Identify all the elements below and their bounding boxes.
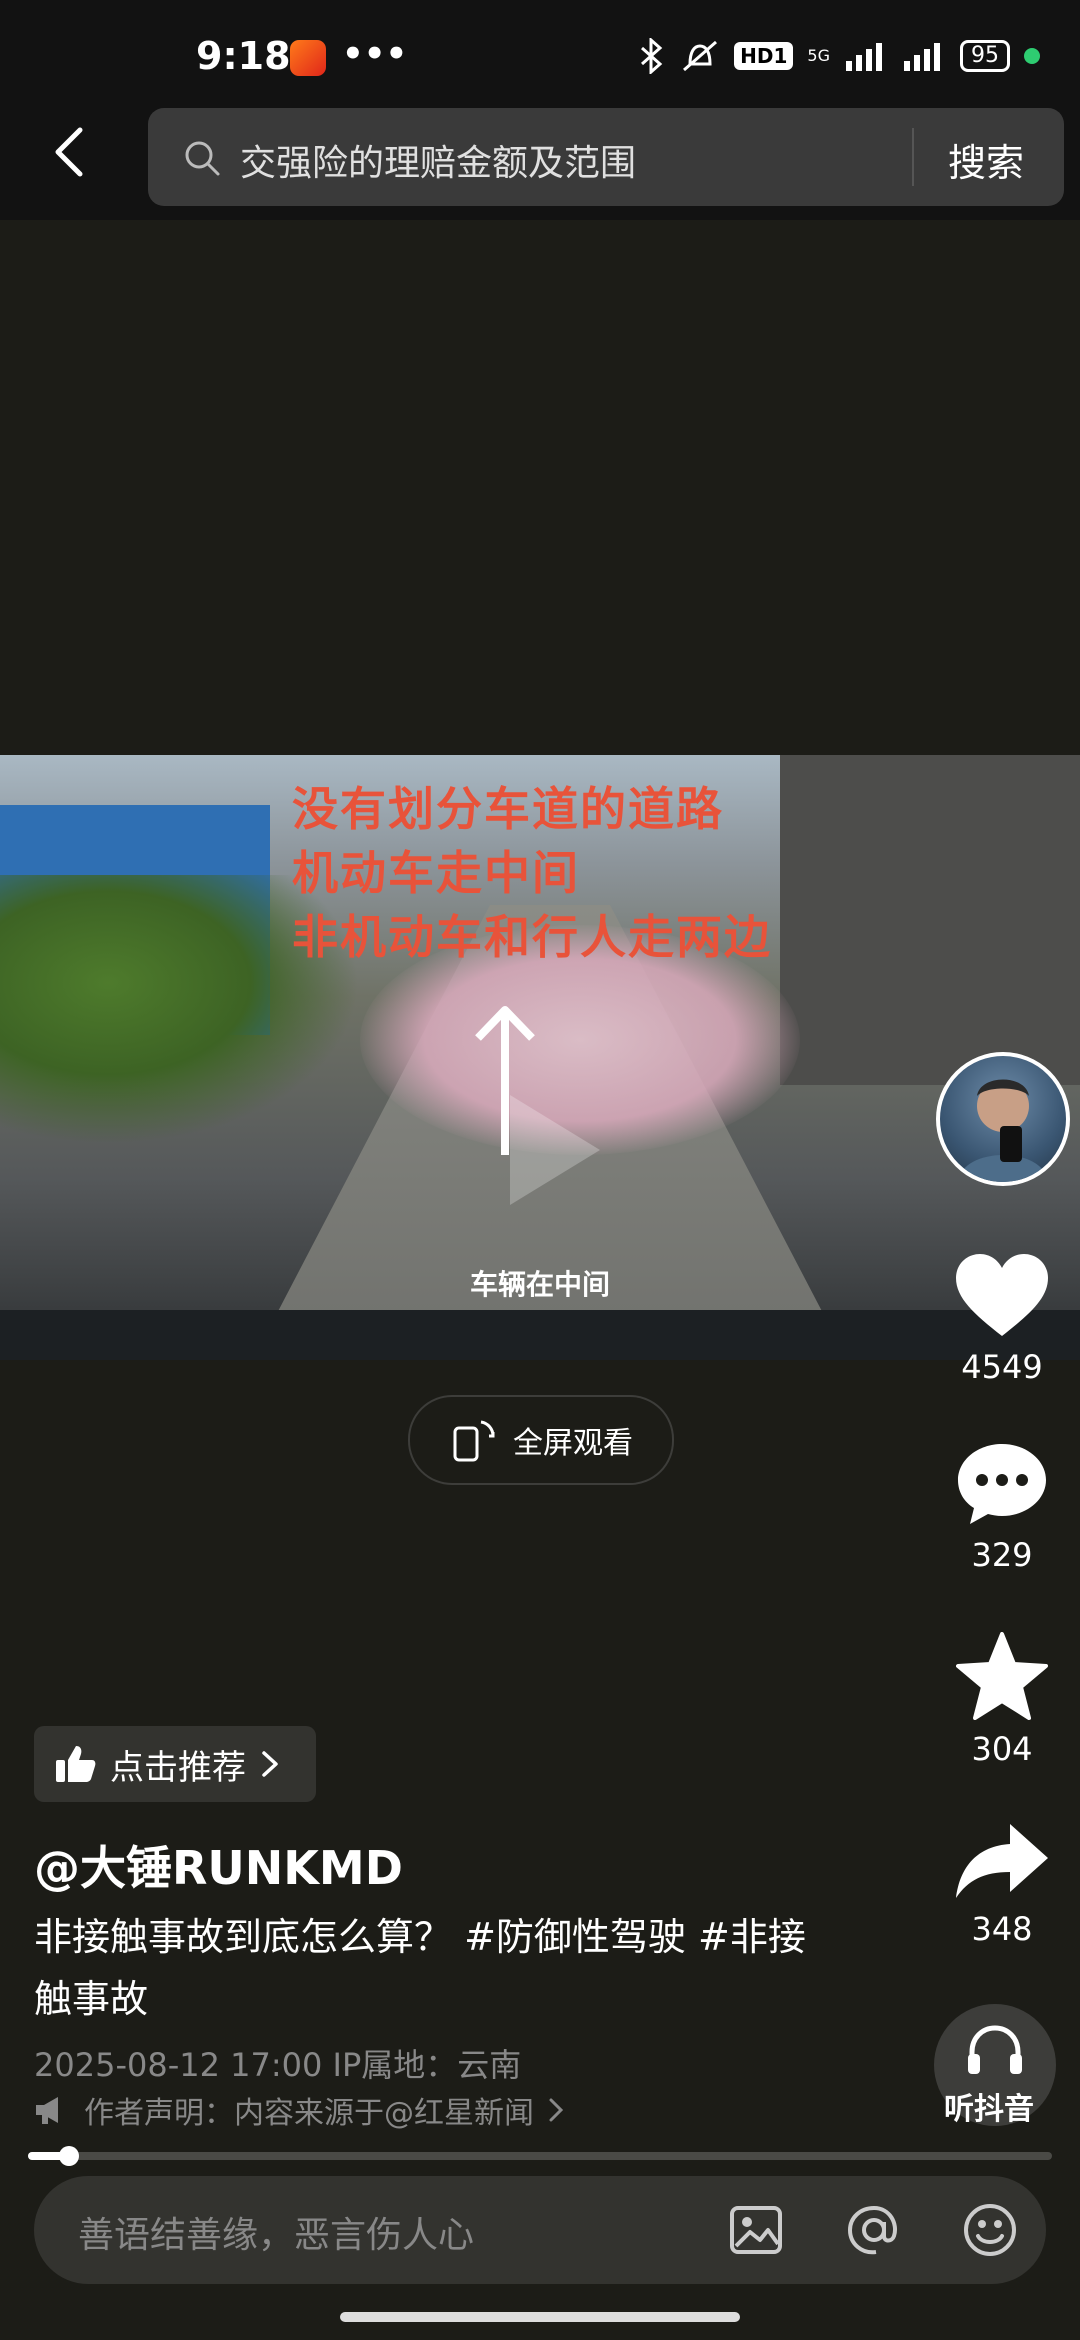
app-notification-icon [290,40,326,76]
headphones-icon [968,2025,1022,2074]
video-progress-handle[interactable] [58,2146,79,2166]
author-statement-text: 作者声明：内容来源于@红星新闻 [84,2096,534,2131]
search-bar[interactable]: 交强险的理赔金额及范围 搜索 [148,108,1064,206]
status-time: 9:18 [196,34,291,78]
search-input[interactable]: 交强险的理赔金额及范围 [240,134,636,186]
thumbs-up-icon [56,1746,96,1782]
home-indicator[interactable] [340,2312,740,2322]
avatar-image [958,1079,1048,1182]
play-icon[interactable] [470,1075,620,1225]
listen-label: 听抖音 [944,2092,1034,2127]
privacy-indicator [1024,48,1040,64]
recommend-button[interactable]: 点击推荐 [34,1726,316,1802]
megaphone-icon [36,2097,58,2124]
recommend-label: 点击推荐 [110,1747,246,1788]
video-player[interactable]: 没有划分车道的道路 机动车走中间 非机动车和行人走两边 车辆在中间 [0,755,1080,1360]
fullscreen-button[interactable]: 全屏观看 [408,1395,674,1485]
search-icon [185,141,220,176]
listen-button[interactable]: 听抖音 [934,2004,1080,2134]
video-overlay-text: 非机动车和行人走两边 [292,910,772,964]
fullscreen-label: 全屏观看 [513,1426,633,1461]
like-count: 4549 [961,1348,1043,1386]
share-count: 348 [971,1910,1033,1948]
comment-bubble-icon [958,1444,1046,1524]
video-overlay-text: 没有划分车道的道路 [292,782,724,836]
signal-icon-2 [904,43,940,71]
fullscreen-rotate-icon [453,1420,495,1462]
hd-badge: HD1 [734,42,794,70]
heart-icon [956,1254,1048,1336]
share-button[interactable]: 348 [940,1820,1064,1948]
signal-icon [846,43,882,71]
network-type: 5G [807,46,830,65]
author-avatar[interactable] [936,1052,1070,1186]
comment-count: 329 [971,1536,1033,1574]
like-button[interactable]: 4549 [940,1252,1064,1386]
image-icon[interactable] [726,2200,786,2260]
comment-button[interactable]: 329 [940,1440,1064,1574]
author-statement[interactable]: 作者声明：内容来源于@红星新闻 [34,2088,564,2132]
video-progress-bar[interactable] [28,2146,1052,2166]
chevron-right-icon [262,1751,278,1777]
status-icons: HD1 5G 95 [638,38,1040,74]
video-scene-dashboard [0,1310,1080,1360]
comment-bar[interactable]: 善语结善缘，恶言伤人心 [34,2176,1046,2284]
author-name[interactable]: @大锤RUNKMD [34,1832,403,1898]
top-bar: 交强险的理赔金额及范围 搜索 [0,90,1080,220]
video-overlay-text: 机动车走中间 [292,846,580,900]
search-button[interactable]: 搜索 [948,132,1024,187]
chevron-left-icon [55,127,83,177]
video-caption: 车辆在中间 [469,1268,610,1301]
video-description[interactable]: 非接触事故到底怎么算？ #防御性驾驶 #非接触事故 [34,1906,834,2030]
bluetooth-icon [641,38,663,74]
search-divider [912,128,914,186]
share-arrow-icon [956,1824,1048,1898]
mention-icon[interactable] [844,2200,904,2260]
star-icon [956,1632,1048,1720]
mute-bell-icon [683,40,718,72]
video-scene-wall [780,755,1080,1085]
more-notifications-icon: ••• [342,34,408,74]
back-button[interactable] [40,122,100,182]
status-bar: 9:18 ••• HD1 5G 95 [0,0,1080,90]
emoji-icon[interactable] [960,2200,1020,2260]
comment-input[interactable]: 善语结善缘，恶言伤人心 [78,2206,474,2258]
post-meta: 2025-08-12 17:00 IP属地：云南 [34,2046,522,2084]
favorite-count: 304 [971,1730,1033,1768]
battery-level: 95 [960,40,1010,72]
favorite-button[interactable]: 304 [940,1632,1064,1768]
chevron-right-icon [549,2098,564,2122]
